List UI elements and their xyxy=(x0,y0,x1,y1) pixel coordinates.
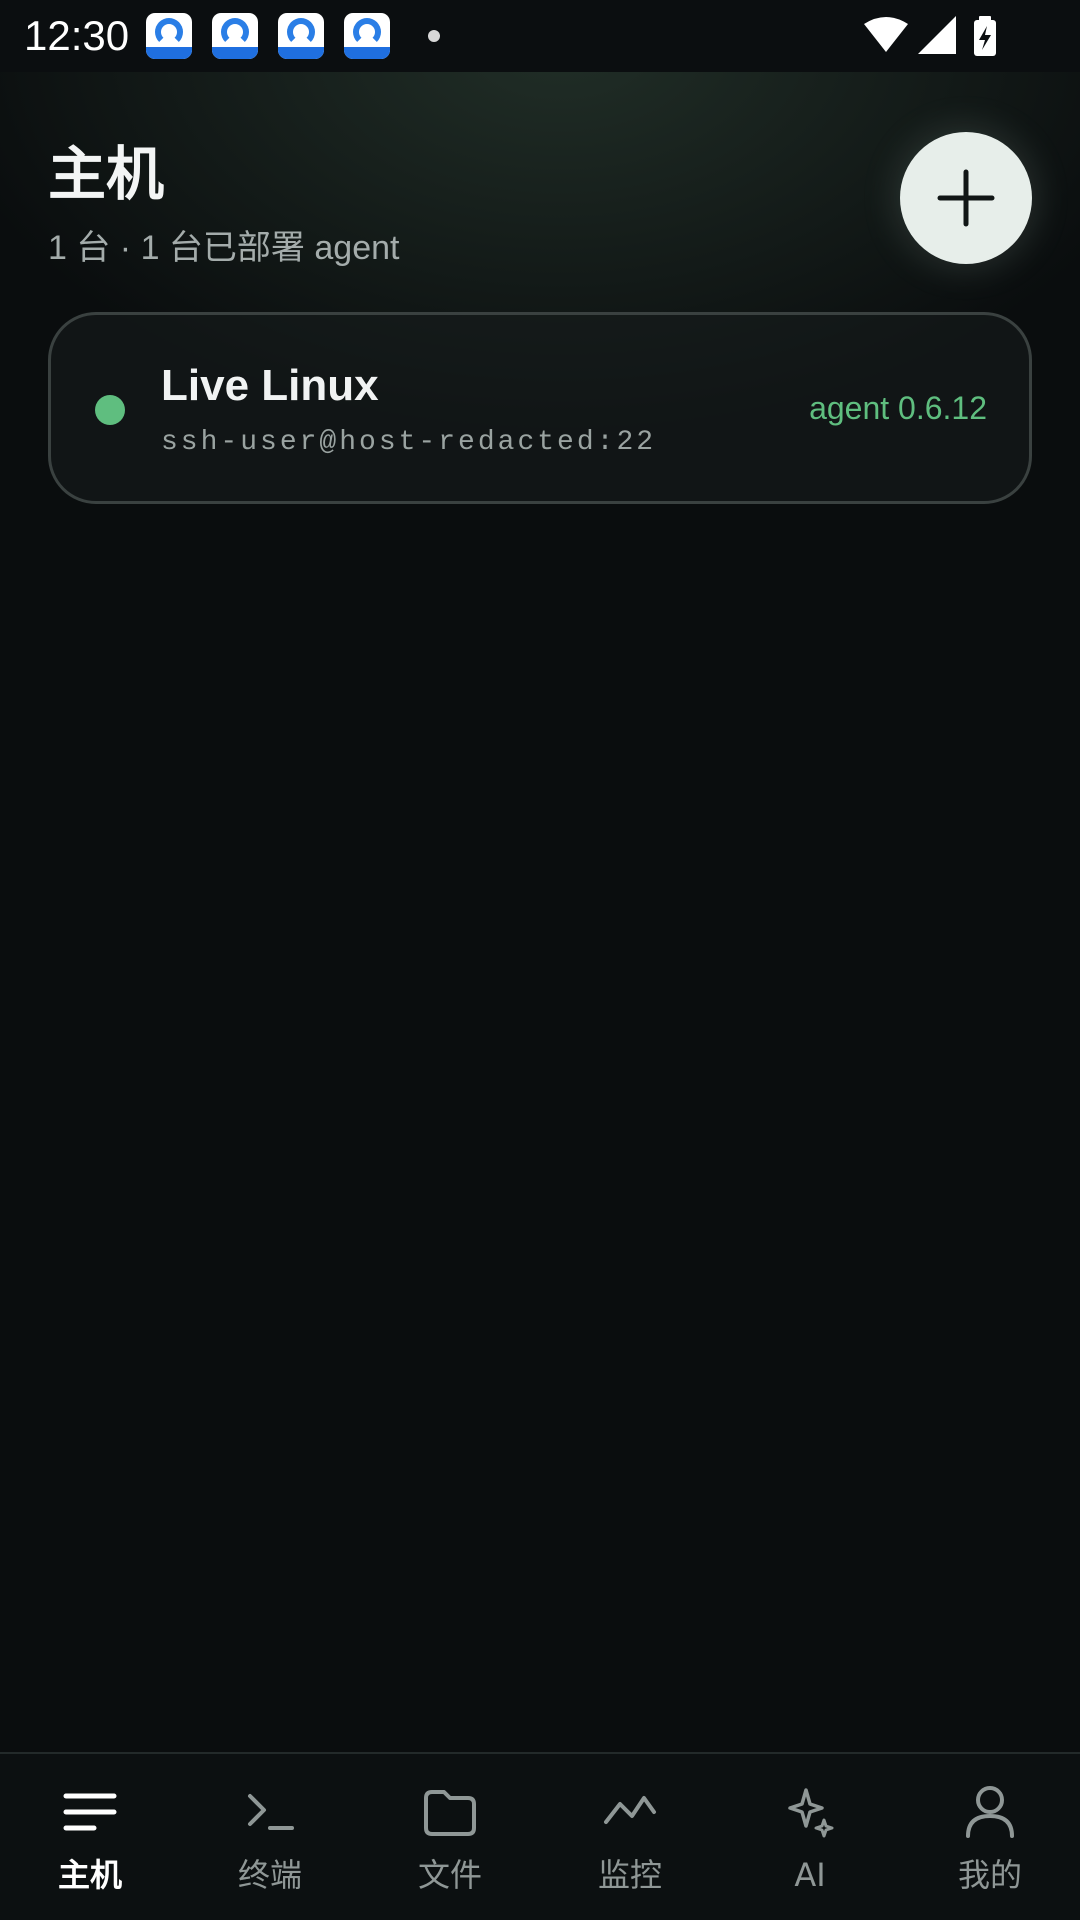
host-online-status-dot xyxy=(95,395,125,425)
profile-icon xyxy=(966,1786,1014,1838)
more-notifications-dot xyxy=(428,30,440,42)
status-bar: 12:30 xyxy=(0,0,1080,72)
host-ssh-address: ssh-user@host-redacted:22 xyxy=(161,427,657,458)
host-count-summary: 1 台 · 1 台已部署 agent xyxy=(48,229,400,267)
nav-label-ai: AI xyxy=(794,1856,826,1894)
host-card[interactable]: Live Linux ssh-user@host-redacted:22 age… xyxy=(48,312,1032,504)
page-title: 主机 xyxy=(48,140,165,208)
wifi-icon xyxy=(864,17,908,52)
host-name: Live Linux xyxy=(161,361,379,410)
bottom-navigation: 主机 终端 文件 监控 AI 我的 xyxy=(0,1752,1080,1920)
system-status-icons xyxy=(864,16,996,56)
hosts-menu-icon xyxy=(63,1793,117,1831)
app-screen: 12:30 主机 1 台 · 1 台已部署 agent Live Linux s… xyxy=(0,0,1080,1920)
nav-label-monitor: 监控 xyxy=(597,1856,662,1894)
monitor-chart-icon xyxy=(604,1796,656,1824)
battery-charging-icon xyxy=(974,16,996,56)
agent-version-badge: agent 0.6.12 xyxy=(809,390,987,426)
nav-label-files: 文件 xyxy=(417,1856,482,1894)
status-time: 12:30 xyxy=(24,12,130,59)
plus-icon xyxy=(937,169,995,227)
ai-app-notification-icon xyxy=(344,13,390,59)
nav-tab-profile[interactable]: 我的 xyxy=(900,1754,1080,1920)
nav-tab-hosts[interactable]: 主机 xyxy=(0,1754,180,1920)
ai-app-notification-icon xyxy=(212,13,258,59)
add-host-button[interactable] xyxy=(900,132,1032,264)
nav-label-profile: 我的 xyxy=(957,1856,1022,1894)
nav-label-hosts: 主机 xyxy=(57,1856,122,1894)
nav-label-terminal: 终端 xyxy=(237,1856,302,1894)
folder-icon xyxy=(424,1790,476,1836)
nav-tab-ai[interactable]: AI xyxy=(720,1754,900,1920)
nav-tab-terminal[interactable]: 终端 xyxy=(180,1754,360,1920)
nav-tab-files[interactable]: 文件 xyxy=(360,1754,540,1920)
terminal-icon xyxy=(248,1794,294,1830)
ai-app-notification-icon xyxy=(278,13,324,59)
nav-tab-monitor[interactable]: 监控 xyxy=(540,1754,720,1920)
signal-icon xyxy=(918,16,956,54)
sparkle-icon xyxy=(788,1788,834,1838)
ai-app-notification-icon xyxy=(146,13,192,59)
